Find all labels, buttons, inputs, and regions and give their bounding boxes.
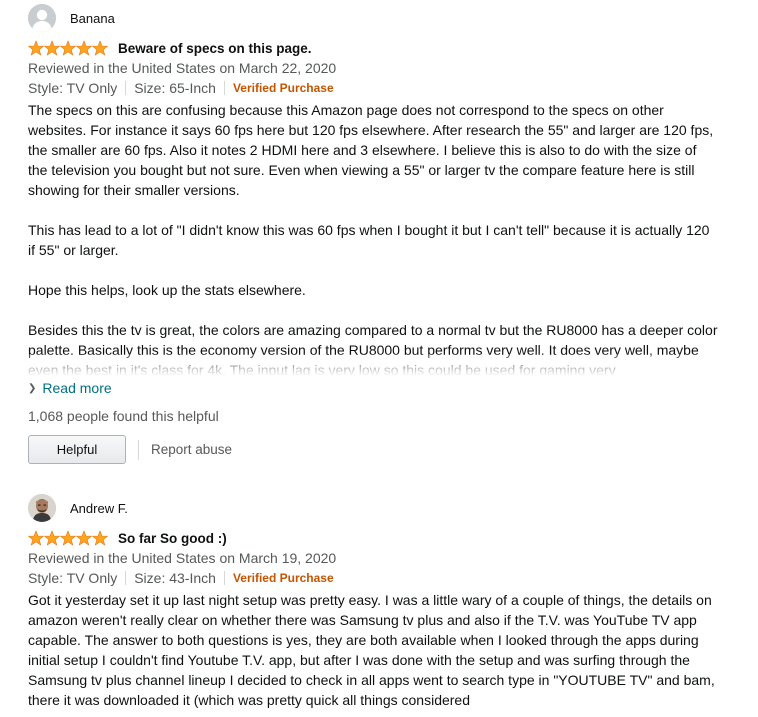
report-abuse-link[interactable]: Report abuse <box>151 442 232 457</box>
review-card: Andrew F. So far So good :) Reviewed in … <box>28 494 718 710</box>
reviewer-name[interactable]: Andrew F. <box>70 501 128 516</box>
style-label[interactable]: Style: TV Only <box>28 78 117 98</box>
review-body: Got it yesterday set it up last night se… <box>28 590 718 710</box>
star-icon <box>44 530 60 546</box>
divider <box>223 81 225 95</box>
star-icon <box>60 530 76 546</box>
reviewer-profile[interactable]: Andrew F. <box>28 494 718 522</box>
star-icon <box>28 530 44 546</box>
star-icon <box>76 40 92 56</box>
star-icon <box>60 40 76 56</box>
read-more-label[interactable]: Read more <box>42 380 111 396</box>
review-body: The specs on this are confusing because … <box>28 100 718 376</box>
reviewer-profile[interactable]: Banana <box>28 4 718 32</box>
review-card: Banana Beware of specs on this page. Rev… <box>28 4 718 465</box>
review-date: Reviewed in the United States on March 2… <box>28 60 337 76</box>
star-icon <box>92 530 108 546</box>
helpful-button[interactable]: Helpful <box>28 435 126 464</box>
default-profile-icon <box>28 4 56 32</box>
divider <box>125 81 127 95</box>
product-format: Style: TV Only Size: 43-Inch Verified Pu… <box>28 568 718 588</box>
read-more-link[interactable]: ❯ Read more <box>28 378 718 398</box>
reviewer-name[interactable]: Banana <box>70 11 115 26</box>
divider <box>125 571 127 585</box>
size-label[interactable]: Size: 65-Inch <box>134 78 216 98</box>
user-photo <box>28 494 56 522</box>
chevron-down-icon: ❯ <box>28 382 37 394</box>
text-fade <box>28 354 718 376</box>
size-label[interactable]: Size: 43-Inch <box>134 568 216 588</box>
review-paragraph: Got it yesterday set it up last night se… <box>28 592 715 708</box>
verified-purchase-badge: Verified Purchase <box>232 571 334 585</box>
helpful-count: 1,068 people found this helpful <box>28 408 219 424</box>
review-paragraph: This has lead to a lot of "I didn't know… <box>28 222 710 258</box>
review-paragraph: Hope this helps, look up the stats elsew… <box>28 282 306 298</box>
star-rating[interactable] <box>28 40 108 56</box>
review-title[interactable]: So far So good :) <box>118 531 227 546</box>
star-icon <box>44 40 60 56</box>
review-actions: Helpful Report abuse <box>28 434 718 465</box>
style-label[interactable]: Style: TV Only <box>28 568 117 588</box>
star-icon <box>76 530 92 546</box>
divider <box>138 439 139 460</box>
product-format: Style: TV Only Size: 65-Inch Verified Pu… <box>28 78 718 98</box>
review-paragraph: The specs on this are confusing because … <box>28 102 714 198</box>
star-icon <box>28 40 44 56</box>
review-date: Reviewed in the United States on March 1… <box>28 550 337 566</box>
star-icon <box>92 40 108 56</box>
star-rating[interactable] <box>28 530 108 546</box>
review-title[interactable]: Beware of specs on this page. <box>118 41 312 56</box>
divider <box>223 571 225 585</box>
verified-purchase-badge: Verified Purchase <box>232 81 334 95</box>
